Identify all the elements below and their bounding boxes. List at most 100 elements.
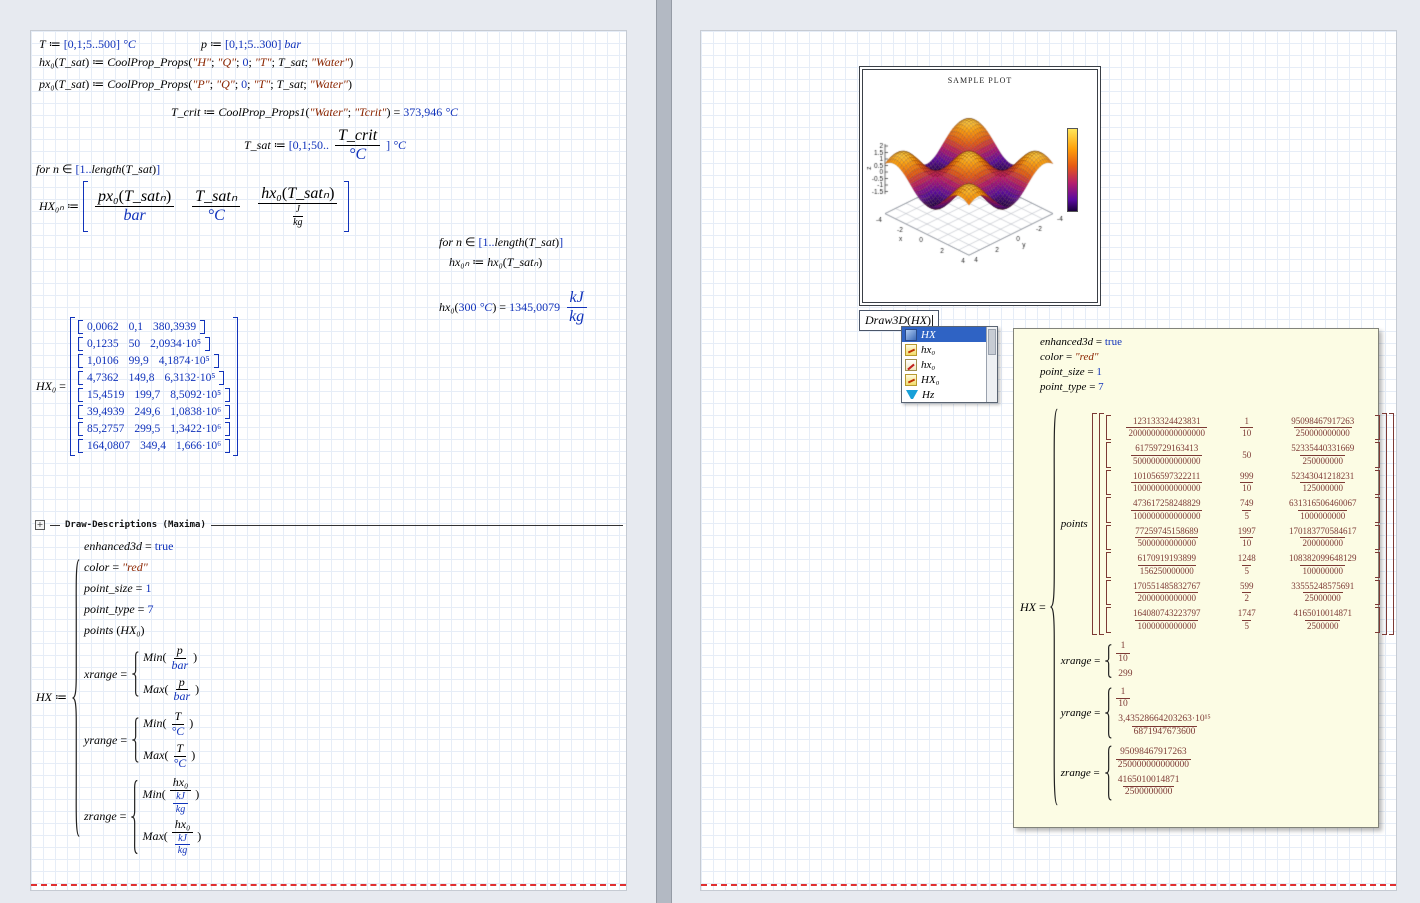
math-segment: 373,946: [403, 105, 442, 119]
math-segment: 1: [145, 581, 151, 595]
math-segment: ]: [559, 235, 563, 249]
math-segment: T_crit: [171, 105, 200, 119]
hx-system-def[interactable]: HX ≔ enhanced3d = true color = "red" poi…: [36, 539, 201, 857]
matrix-cell: 85,2757: [87, 423, 124, 435]
math-segment: =: [56, 379, 66, 393]
math-segment: [0,1;5..300]: [225, 37, 281, 51]
math-segment: zrange: [84, 809, 117, 823]
expr-t-range[interactable]: T ≔ [0,1;5..500] °C: [39, 37, 136, 52]
math-segment: °C: [120, 37, 136, 51]
draw-descriptions-separator[interactable]: + Draw-Descriptions (Maxima): [35, 520, 623, 530]
math-segment: length: [494, 235, 524, 249]
math-segment: HX: [911, 313, 927, 327]
math-segment: hx₀: [449, 255, 465, 269]
math-segment: "red": [1075, 351, 1099, 363]
math-segment: HX: [36, 690, 52, 704]
matrix-outer-brackets: 0,0062 0,1 380,3939 0,1235 50 2,0934·10⁵…: [70, 317, 238, 456]
autocomplete-item-hz[interactable]: Hz: [902, 387, 986, 402]
matrix-row: 1640807432237971000000000000 17475 41650…: [1106, 607, 1380, 633]
row-vector-brackets: px₀(T_satₙ) bar T_satₙ °C hx₀(T_satₙ) J …: [83, 181, 350, 232]
expr-tsat[interactable]: T_sat ≔ [0,1;50.. T_crit °C ] °C: [244, 127, 406, 165]
separator-line: [211, 525, 623, 526]
matrix-cell: 7495: [1238, 498, 1256, 522]
math-segment: T_sat: [125, 162, 152, 176]
math-segment: ≔: [207, 37, 225, 51]
math-segment: ): [349, 55, 353, 69]
autocomplete-item-hx[interactable]: HX: [902, 327, 986, 342]
for-loop-2[interactable]: for n ∈ [1..length(T_sat)]: [439, 235, 563, 250]
matrix-cell: 108382099648129100000000: [1287, 553, 1359, 577]
autocomplete-item-hx0-var[interactable]: hx₀: [902, 357, 986, 372]
math-segment: ∈: [59, 162, 75, 176]
unit-funnel-icon: [906, 390, 918, 399]
expr-hx300-result[interactable]: hx₀(300 °C) = 1345,0079 kJ kg: [439, 289, 589, 327]
expr-hx0-def[interactable]: hx₀(T_sat) ≔ CoolProp_Props("H"; "Q"; 0;…: [39, 55, 353, 70]
matrix-row: 473617258248829100000000000000 7495 6313…: [1106, 497, 1380, 523]
scrollbar-thumb[interactable]: [988, 329, 996, 355]
matrix-cell: 50: [1240, 450, 1253, 461]
autocomplete-item-hx0-matrix[interactable]: HX₀: [902, 372, 986, 387]
tooltip-points-matrix: points 12313332442383120000000000000000 …: [1061, 413, 1394, 635]
autocomplete-dropdown[interactable]: HX hx₀ hx₀ HX₀ Hz: [901, 326, 998, 403]
matrix-cell: 12313332442383120000000000000000: [1126, 416, 1207, 440]
expr-hx0-matrix-def[interactable]: HX₀ₙ ≔ px₀(T_satₙ) bar T_satₙ °C hx₀(T_s…: [39, 181, 349, 232]
expr-hxn-assign[interactable]: hx₀ₙ ≔ hx₀(T_satₙ): [449, 255, 542, 270]
separator-dash: [50, 525, 60, 526]
range-brace: [130, 779, 138, 855]
matrix-cell: 39,4939: [87, 406, 124, 418]
worksheet-page-left[interactable]: T ≔ [0,1;5..500] °C p ≔ [0,1;5..300] bar…: [30, 30, 627, 891]
fraction-denominator: °C: [346, 146, 369, 164]
range-brace: [1104, 745, 1112, 801]
math-segment: T: [39, 37, 46, 51]
matrix-row: 0,0062 0,1 380,3939: [78, 320, 205, 334]
math-segment: T_sat: [195, 188, 231, 205]
autocomplete-item-hx0-func[interactable]: hx₀: [902, 342, 986, 357]
fraction-numerator: J: [293, 204, 303, 217]
tooltip-xrange: xrange = 110299: [1061, 641, 1135, 681]
collapse-toggle-icon[interactable]: +: [35, 520, 45, 530]
math-segment: [1..: [75, 162, 91, 176]
math-segment: Draw3D: [865, 313, 907, 327]
fraction-numerator: kJ: [567, 289, 587, 308]
matrix-hx0-output[interactable]: HX₀ = 0,0062 0,1 380,3939 0,1235 50 2,09…: [36, 317, 238, 456]
math-segment: point_type: [84, 602, 135, 616]
math-segment: 1: [1096, 366, 1102, 378]
matrix-cell: 6,3132·10⁵: [164, 372, 215, 384]
math-segment: =: [1091, 707, 1100, 719]
expr-p-range[interactable]: p ≔ [0,1;5..300] bar: [201, 37, 301, 52]
page-break-line: [31, 884, 626, 886]
math-segment: ) =: [492, 300, 509, 314]
plot-region[interactable]: SAMPLE PLOT: [859, 66, 1101, 306]
separator-label: Draw-Descriptions (Maxima): [65, 520, 206, 530]
math-segment: length: [91, 162, 121, 176]
matrix-label: HX₀ =: [36, 379, 66, 394]
math-segment: T_sat: [528, 235, 555, 249]
matrix-cell: 8,5092·10⁵: [170, 389, 221, 401]
matrix-cell: 299,5: [134, 423, 160, 435]
matrix-cell: 1,3422·10⁶: [170, 423, 221, 435]
for-loop-1[interactable]: for n ∈ [1..length(T_sat)]: [36, 162, 160, 177]
expr-px0-def[interactable]: px₀(T_sat) ≔ CoolProp_Props("P"; "Q"; 0;…: [39, 77, 352, 92]
matrix-row: 12313332442383120000000000000000 110 950…: [1106, 415, 1380, 441]
math-segment: =: [142, 539, 155, 553]
math-segment: 7: [1098, 381, 1104, 393]
worksheet-page-right[interactable]: SAMPLE PLOT Draw3D(HX) HX hx₀ hx₀: [700, 30, 1397, 891]
matrix-cell: 0,1: [129, 321, 143, 333]
math-segment: ₙ: [231, 188, 237, 205]
autocomplete-item-label: hx₀: [921, 344, 935, 356]
math-segment: "P": [192, 77, 209, 91]
matrix-cell: 17475: [1236, 608, 1258, 632]
fraction-denominator: kg: [290, 217, 305, 229]
expr-tcrit[interactable]: T_crit ≔ CoolProp_Props1("Water"; "Tcrit…: [171, 105, 458, 120]
matrix-row: 0,1235 50 2,0934·10⁵: [78, 337, 210, 351]
matrix-row: 61759729163413500000000000000 50 5233544…: [1106, 442, 1380, 468]
math-segment: bar: [281, 37, 301, 51]
math-segment: ) ≔: [85, 77, 107, 91]
math-segment: ): [141, 623, 145, 637]
tooltip-yrange: yrange = 1103,43528664203263·10¹⁵6871947…: [1061, 687, 1213, 740]
dropdown-scrollbar[interactable]: [986, 327, 997, 402]
page-divider: [656, 0, 672, 903]
page-break-line: [701, 884, 1396, 886]
math-segment: hx₀: [261, 185, 282, 202]
yrange-label: yrange =: [84, 733, 127, 748]
